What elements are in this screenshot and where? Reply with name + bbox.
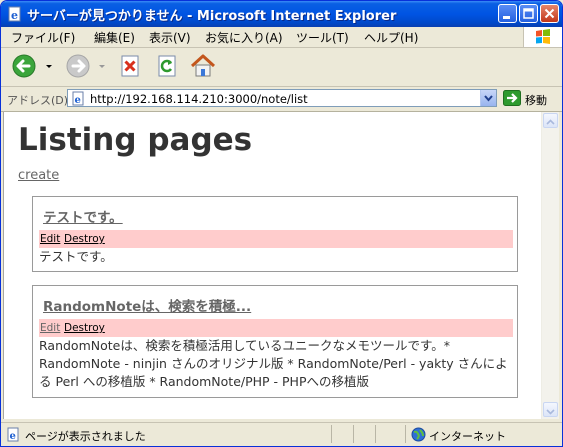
address-input[interactable]: e http://192.168.114.210:3000/note/list	[67, 89, 497, 107]
status-divider	[331, 425, 332, 443]
destroy-link[interactable]: Destroy	[64, 233, 105, 245]
chevron-down-icon	[546, 409, 555, 415]
menu-view[interactable]: 表示(V)	[149, 29, 191, 46]
menu-favorites[interactable]: お気に入り(A)	[205, 29, 283, 46]
status-bar: e ページが表示されました インターネット	[1, 422, 562, 446]
ie-page-icon: e	[8, 6, 21, 22]
svg-text:e: e	[10, 431, 16, 442]
edit-link[interactable]: Edit	[40, 322, 60, 334]
menu-tools[interactable]: ツール(T)	[296, 29, 349, 46]
note-actions: Edit Destroy	[39, 319, 513, 337]
status-divider	[375, 425, 376, 443]
forward-dropdown-icon[interactable]	[98, 64, 106, 70]
refresh-button[interactable]	[153, 52, 181, 80]
back-button[interactable]	[11, 52, 39, 80]
window-title: サーバーが見つかりません - Microsoft Internet Explor…	[27, 9, 397, 24]
chevron-up-icon	[546, 119, 555, 125]
note-body: テストです。	[39, 249, 113, 264]
page-title: Listing pages	[18, 122, 253, 158]
minimize-icon	[503, 16, 510, 19]
note-body: RandomNoteは、検索を積極活用しているユニークなメモツールです。* Ra…	[39, 338, 508, 389]
note-actions: Edit Destroy	[39, 230, 513, 248]
go-label[interactable]: 移動	[525, 92, 547, 108]
title-bar[interactable]: e サーバーが見つかりません - Microsoft Internet Expl…	[1, 1, 562, 27]
stop-icon	[121, 55, 139, 77]
status-divider	[353, 425, 354, 443]
windows-flag-icon	[536, 29, 550, 44]
address-label: アドレス(D)	[7, 94, 69, 107]
menu-file[interactable]: ファイル(F)	[11, 29, 75, 46]
maximize-icon	[523, 8, 534, 19]
home-icon	[190, 54, 216, 77]
chevron-down-icon	[484, 95, 493, 102]
note-title-link[interactable]: RandomNoteは、検索を積極...	[43, 295, 251, 315]
svg-text:e: e	[11, 9, 18, 22]
menu-help[interactable]: ヘルプ(H)	[364, 29, 418, 46]
forward-button[interactable]	[65, 52, 93, 80]
svg-text:e: e	[75, 95, 81, 106]
go-button[interactable]	[503, 90, 521, 106]
ie-page-icon: e	[7, 427, 19, 442]
vertical-scrollbar[interactable]	[541, 112, 559, 419]
note-card: RandomNoteは、検索を積極... Edit Destroy Random…	[32, 285, 518, 398]
edit-link[interactable]: Edit	[40, 233, 60, 245]
windows-logo	[523, 27, 562, 47]
destroy-link[interactable]: Destroy	[64, 322, 105, 334]
refresh-icon	[158, 55, 176, 77]
forward-icon	[66, 54, 90, 78]
note-card: テストです。 Edit Destroy テストです。	[32, 196, 518, 272]
ie-page-icon: e	[72, 91, 84, 106]
security-zone: インターネット	[429, 430, 506, 443]
close-icon	[544, 8, 555, 19]
scroll-down-button[interactable]	[543, 402, 558, 417]
address-bar: アドレス(D) e http://192.168.114.210:3000/no…	[1, 87, 562, 112]
status-text: ページが表示されました	[25, 430, 146, 443]
page-content: Listing pages create テストです。 Edit Destroy…	[3, 112, 542, 419]
scroll-up-button[interactable]	[543, 113, 558, 128]
menu-edit[interactable]: 編集(E)	[94, 29, 135, 46]
menu-bar: ファイル(F) 編集(E) 表示(V) お気に入り(A) ツール(T) ヘルプ(…	[1, 27, 562, 48]
address-url: http://192.168.114.210:3000/note/list	[90, 92, 308, 106]
toolbar	[1, 48, 562, 87]
browser-window: e サーバーが見つかりません - Microsoft Internet Expl…	[0, 0, 563, 447]
status-divider	[405, 425, 406, 443]
back-dropdown-icon[interactable]	[45, 64, 53, 70]
create-link[interactable]: create	[18, 168, 59, 183]
stop-button[interactable]	[116, 52, 144, 80]
home-button[interactable]	[189, 52, 217, 80]
back-icon	[12, 54, 36, 78]
go-arrow-icon	[503, 90, 521, 106]
globe-icon	[411, 427, 426, 442]
close-button[interactable]	[540, 4, 559, 23]
note-title-link[interactable]: テストです。	[43, 206, 123, 226]
minimize-button[interactable]	[498, 4, 517, 23]
maximize-button[interactable]	[519, 4, 538, 23]
address-dropdown-button[interactable]	[480, 90, 496, 106]
